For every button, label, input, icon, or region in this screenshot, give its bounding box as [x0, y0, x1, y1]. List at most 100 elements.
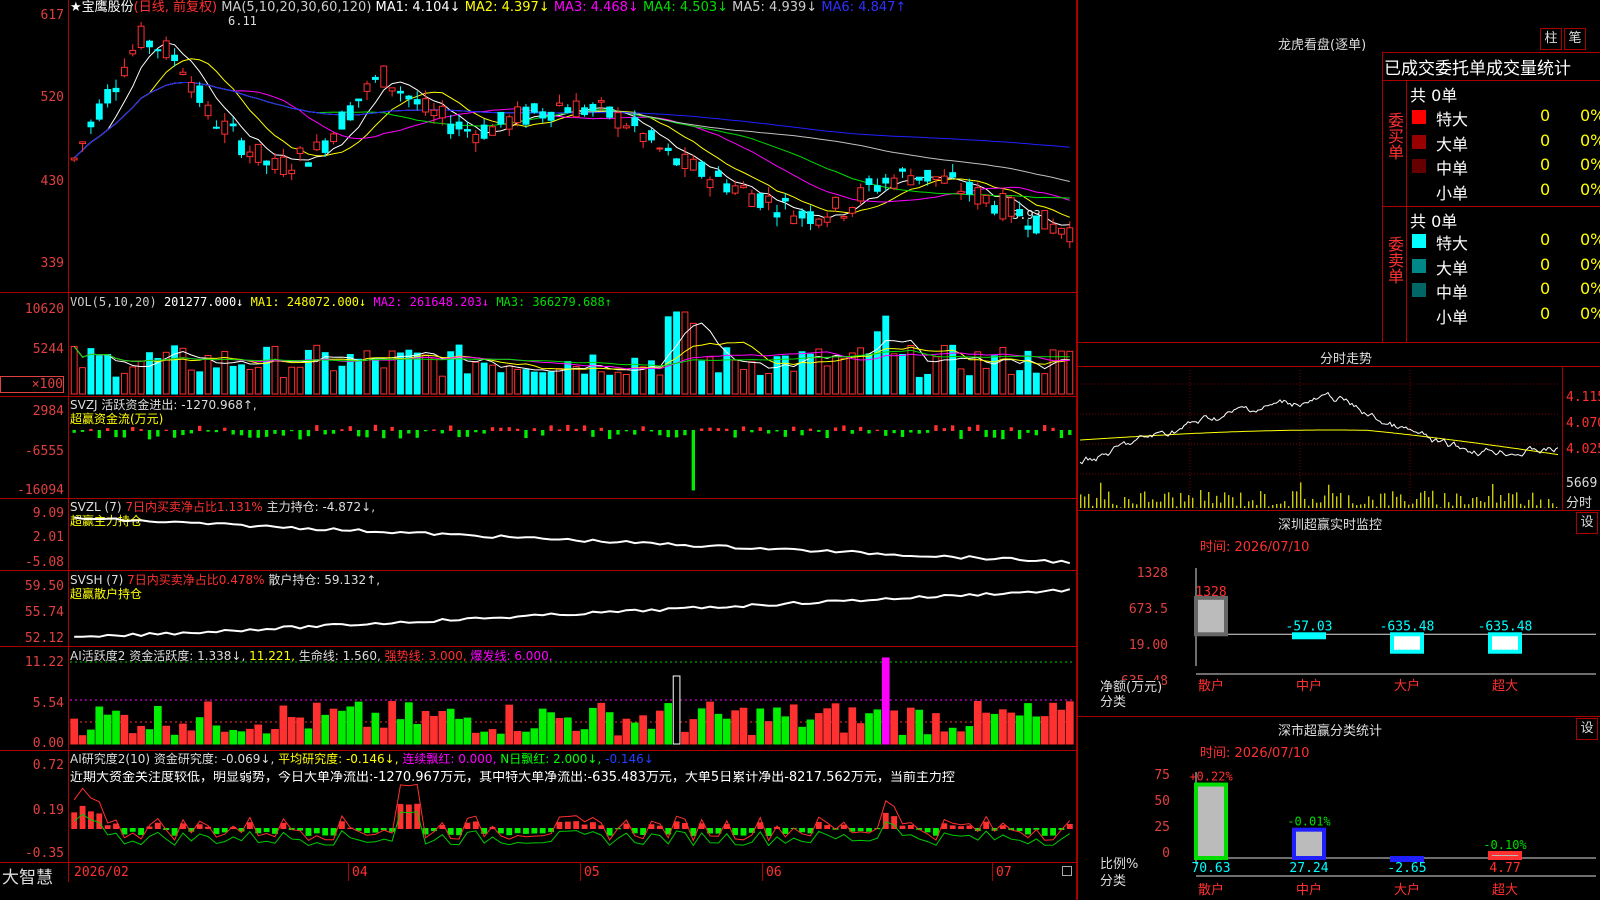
svzl-tick-2: 2.01 [32, 530, 64, 545]
fs-vol-bar [1108, 491, 1110, 508]
volume-bar [656, 374, 664, 395]
candle-body [238, 140, 245, 156]
row-name: 大单 [1436, 258, 1469, 278]
volume-bar [572, 365, 580, 395]
activity-bar [455, 718, 463, 745]
tick-view-button[interactable]: 笔 [1564, 28, 1586, 50]
candle-body [120, 66, 128, 77]
candlestick-chart[interactable] [70, 20, 1074, 290]
fs-vol-bar [1472, 498, 1474, 508]
cls-xlabel: 分类 [1100, 874, 1127, 889]
period-label[interactable]: (日线, 前复权) [134, 0, 217, 15]
stock-title[interactable]: ★宝鹰股份 [70, 0, 134, 15]
candle-body [639, 132, 647, 143]
volume-bar [480, 362, 488, 395]
flow-bar [733, 430, 737, 438]
lhb-title: 龙虎看盘(逐单) [1278, 38, 1367, 53]
volume-bar [915, 376, 923, 395]
volume-bar [70, 345, 78, 395]
color-swatch [1412, 308, 1426, 322]
candle-body [129, 49, 137, 55]
research-bar [472, 821, 479, 829]
activity-bar [706, 701, 714, 745]
candle-body [196, 85, 204, 103]
fs-vol-bar [1192, 497, 1194, 508]
svsh-chart[interactable] [70, 572, 1074, 646]
flow-bar [465, 430, 470, 437]
volume-bar [807, 353, 814, 395]
volume-bar [187, 369, 195, 395]
sz-settings-button[interactable]: 设 [1576, 512, 1598, 534]
activity-bar [95, 706, 104, 745]
intraday-chart[interactable] [1079, 370, 1560, 508]
ai-activity-chart[interactable] [70, 648, 1074, 748]
fs-vol-bar [1320, 502, 1322, 508]
flow-bar [741, 426, 746, 431]
candle-body [1016, 209, 1024, 217]
flow-bar [557, 429, 562, 431]
svzl-chart[interactable] [70, 500, 1074, 570]
activity-bar [513, 730, 522, 745]
research-bar [213, 828, 220, 835]
activity-bar [430, 715, 438, 745]
pane-sep [0, 570, 1076, 571]
fs-vol-bar [1256, 505, 1258, 508]
stat-row: 中单 0 0% [1410, 279, 1600, 302]
vol-unit[interactable]: ×100 [0, 376, 64, 393]
activity-bar [789, 704, 798, 745]
flow-bar [306, 430, 311, 437]
row-name: 特大 [1436, 234, 1469, 253]
volume-chart[interactable] [70, 310, 1074, 395]
fs-vol-tick: 5669 [1566, 476, 1598, 491]
bar-view-button[interactable]: 柱 [1540, 28, 1562, 50]
fs-vol-bar [1164, 493, 1166, 508]
research-bar [263, 828, 270, 833]
ai-research-chart[interactable] [70, 783, 1074, 862]
fs-vol-bar [1400, 494, 1402, 508]
date-sep [348, 863, 349, 881]
volume-bar [271, 345, 279, 395]
candle-body [1058, 227, 1065, 235]
flow-bar [1009, 427, 1013, 431]
activity-bar [563, 717, 572, 745]
candle-body [422, 98, 430, 113]
volume-bar [556, 368, 563, 395]
volume-bar [648, 360, 655, 395]
candle-body [187, 82, 195, 93]
fs-vol-bar [1536, 505, 1538, 508]
flow-bar [750, 430, 754, 433]
svzl-tick-3: -5.08 [24, 555, 64, 570]
flow-bar [1068, 430, 1072, 435]
ai2-summary-text: 近期大资金关注度较低，明显弱势，今日大单净流出:-1270.967万元，其中特大… [70, 771, 955, 785]
fs-vol-bar [1232, 497, 1234, 508]
activity-bar [112, 710, 120, 745]
lock-icon[interactable] [1062, 866, 1072, 876]
date-tick: 07 [996, 865, 1012, 880]
panel-divider [1076, 0, 1078, 900]
brand-logo[interactable]: 大智慧 [2, 863, 53, 888]
fs-vol-bar [1548, 499, 1550, 508]
sz-netflow-chart[interactable]: 1328 散户 -57.03 中户 -635.48 大户 -635.48 超大 [1194, 568, 1596, 700]
fs-vol-bar [1520, 503, 1522, 508]
activity-bar [622, 718, 631, 745]
volume-bar [740, 368, 747, 395]
fs-vol-bar [1084, 496, 1086, 508]
research-bar [531, 828, 538, 834]
research-bar [322, 828, 329, 836]
volume-bar [873, 331, 881, 395]
flow-bar [348, 426, 352, 431]
sz-time: 时间: 2026/07/10 [1200, 540, 1310, 555]
cls-ratio-chart[interactable]: +0.22% 70.63 散户 -0.01% 27.24 中户 -2.65 大户 -0.10% 4… [1189, 770, 1596, 900]
activity-bar [480, 731, 488, 745]
activity-bar [990, 713, 999, 745]
candle-body [463, 129, 471, 132]
volume-bar [1024, 350, 1032, 395]
cls-settings-button[interactable]: 设 [1576, 718, 1598, 740]
volume-bar [438, 375, 446, 395]
svzj-chart[interactable] [70, 398, 1074, 496]
row-value: 0 [1540, 179, 1551, 199]
flow-bar [356, 430, 361, 437]
flow-bar [1059, 430, 1064, 439]
activity-bar [128, 733, 137, 745]
retail-hold-line [74, 588, 1071, 638]
